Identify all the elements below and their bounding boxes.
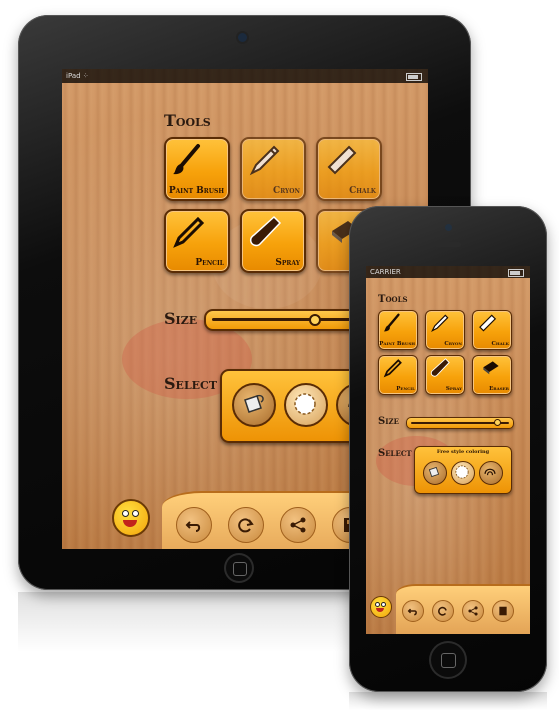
iphone-reflection bbox=[349, 692, 547, 710]
redo-icon bbox=[438, 606, 447, 616]
paint-bucket-icon bbox=[244, 394, 264, 413]
spray-icon bbox=[249, 215, 282, 247]
tool-label: Eraser bbox=[489, 385, 509, 392]
size-title: Size bbox=[378, 416, 399, 427]
undo-icon bbox=[407, 608, 417, 616]
tool-label: Chalk bbox=[349, 186, 376, 196]
size-slider[interactable] bbox=[406, 417, 514, 429]
tool-crayon[interactable]: Cryon bbox=[240, 137, 306, 201]
tool-label: Pencil bbox=[396, 385, 415, 392]
share-button[interactable] bbox=[280, 507, 316, 543]
size-slider-thumb[interactable] bbox=[494, 419, 502, 426]
share-button[interactable] bbox=[462, 600, 484, 622]
eraser-icon bbox=[483, 361, 499, 375]
iphone-camera bbox=[445, 224, 452, 231]
tool-label: Chalk bbox=[491, 340, 509, 347]
tool-pencil[interactable]: Pencil bbox=[378, 355, 418, 395]
select-caption: Free style coloring bbox=[436, 449, 490, 455]
dashed-circle-icon bbox=[455, 465, 469, 479]
tool-chalk[interactable]: Chalk bbox=[472, 310, 512, 350]
iphone-speaker bbox=[435, 242, 461, 247]
redo-icon bbox=[238, 518, 254, 533]
save-icon bbox=[499, 606, 507, 616]
ipad-status-bar: iPad ⁘ bbox=[62, 69, 428, 83]
undo-button[interactable] bbox=[176, 507, 212, 543]
size-slider[interactable] bbox=[204, 309, 368, 331]
tool-label: Cryon bbox=[444, 340, 462, 347]
select-fingerprint[interactable] bbox=[479, 461, 503, 485]
tool-label: Paint Brush bbox=[168, 186, 224, 196]
ipad-camera bbox=[238, 33, 247, 42]
dashed-circle-icon bbox=[294, 393, 316, 415]
tool-label: Spray bbox=[275, 258, 300, 268]
battery-icon bbox=[508, 269, 524, 277]
redo-button[interactable] bbox=[432, 600, 454, 622]
select-title: Select bbox=[164, 374, 217, 393]
size-title: Size bbox=[164, 309, 198, 328]
paint-brush-icon bbox=[383, 313, 400, 332]
iphone-status-bar: CARRIER bbox=[366, 266, 530, 278]
ipad-status-text: iPad ⁘ bbox=[66, 72, 89, 80]
crayon-icon bbox=[431, 314, 449, 332]
battery-icon bbox=[406, 73, 422, 81]
chalk-icon bbox=[327, 145, 357, 175]
tool-chalk[interactable]: Chalk bbox=[316, 137, 382, 201]
tool-label: Paint Brush bbox=[379, 340, 415, 347]
chalk-icon bbox=[479, 314, 497, 332]
app-logo bbox=[112, 499, 150, 537]
select-free-style[interactable] bbox=[451, 461, 475, 485]
tool-label: Cryon bbox=[273, 186, 300, 196]
save-button[interactable] bbox=[492, 600, 514, 622]
fingerprint-icon bbox=[484, 468, 496, 476]
carrier-text: CARRIER bbox=[370, 268, 401, 276]
iphone-home-button[interactable] bbox=[429, 641, 467, 679]
tool-label: Spray bbox=[445, 385, 462, 392]
crayon-icon bbox=[249, 145, 280, 176]
tools-title: Tools bbox=[164, 111, 211, 130]
select-bucket-fill[interactable] bbox=[423, 461, 447, 485]
paint-bucket-icon bbox=[428, 466, 440, 478]
pencil-icon bbox=[173, 216, 205, 248]
iphone-screen: CARRIER Tools Paint Brush Cryon Chalk Pe… bbox=[366, 266, 530, 634]
iphone-device: CARRIER Tools Paint Brush Cryon Chalk Pe… bbox=[349, 206, 547, 692]
spray-icon bbox=[430, 358, 450, 377]
tool-label: Pencil bbox=[195, 258, 224, 268]
tool-crayon[interactable]: Cryon bbox=[425, 310, 465, 350]
undo-icon bbox=[185, 521, 201, 532]
share-icon bbox=[468, 606, 478, 616]
undo-button[interactable] bbox=[402, 600, 424, 622]
select-panel: Free style coloring bbox=[414, 446, 512, 494]
tool-eraser[interactable]: Eraser bbox=[472, 355, 512, 395]
app-logo bbox=[370, 596, 392, 618]
ipad-home-button[interactable] bbox=[224, 553, 254, 583]
redo-button[interactable] bbox=[228, 507, 264, 543]
bottom-toolbar bbox=[396, 584, 530, 634]
select-bucket-fill[interactable] bbox=[232, 383, 276, 427]
select-title: Select bbox=[378, 448, 412, 459]
share-icon bbox=[290, 517, 306, 533]
size-slider-thumb[interactable] bbox=[308, 314, 321, 326]
tool-paint-brush[interactable]: Paint Brush bbox=[378, 310, 418, 350]
tool-spray[interactable]: Spray bbox=[425, 355, 465, 395]
select-free-style[interactable] bbox=[284, 383, 328, 427]
tool-spray[interactable]: Spray bbox=[240, 209, 306, 273]
paint-brush-icon bbox=[173, 144, 200, 175]
pencil-icon bbox=[383, 359, 402, 378]
tool-paint-brush[interactable]: Paint Brush bbox=[164, 137, 230, 201]
tool-pencil[interactable]: Pencil bbox=[164, 209, 230, 273]
tools-title: Tools bbox=[378, 294, 408, 305]
size-slider-track bbox=[212, 318, 360, 321]
